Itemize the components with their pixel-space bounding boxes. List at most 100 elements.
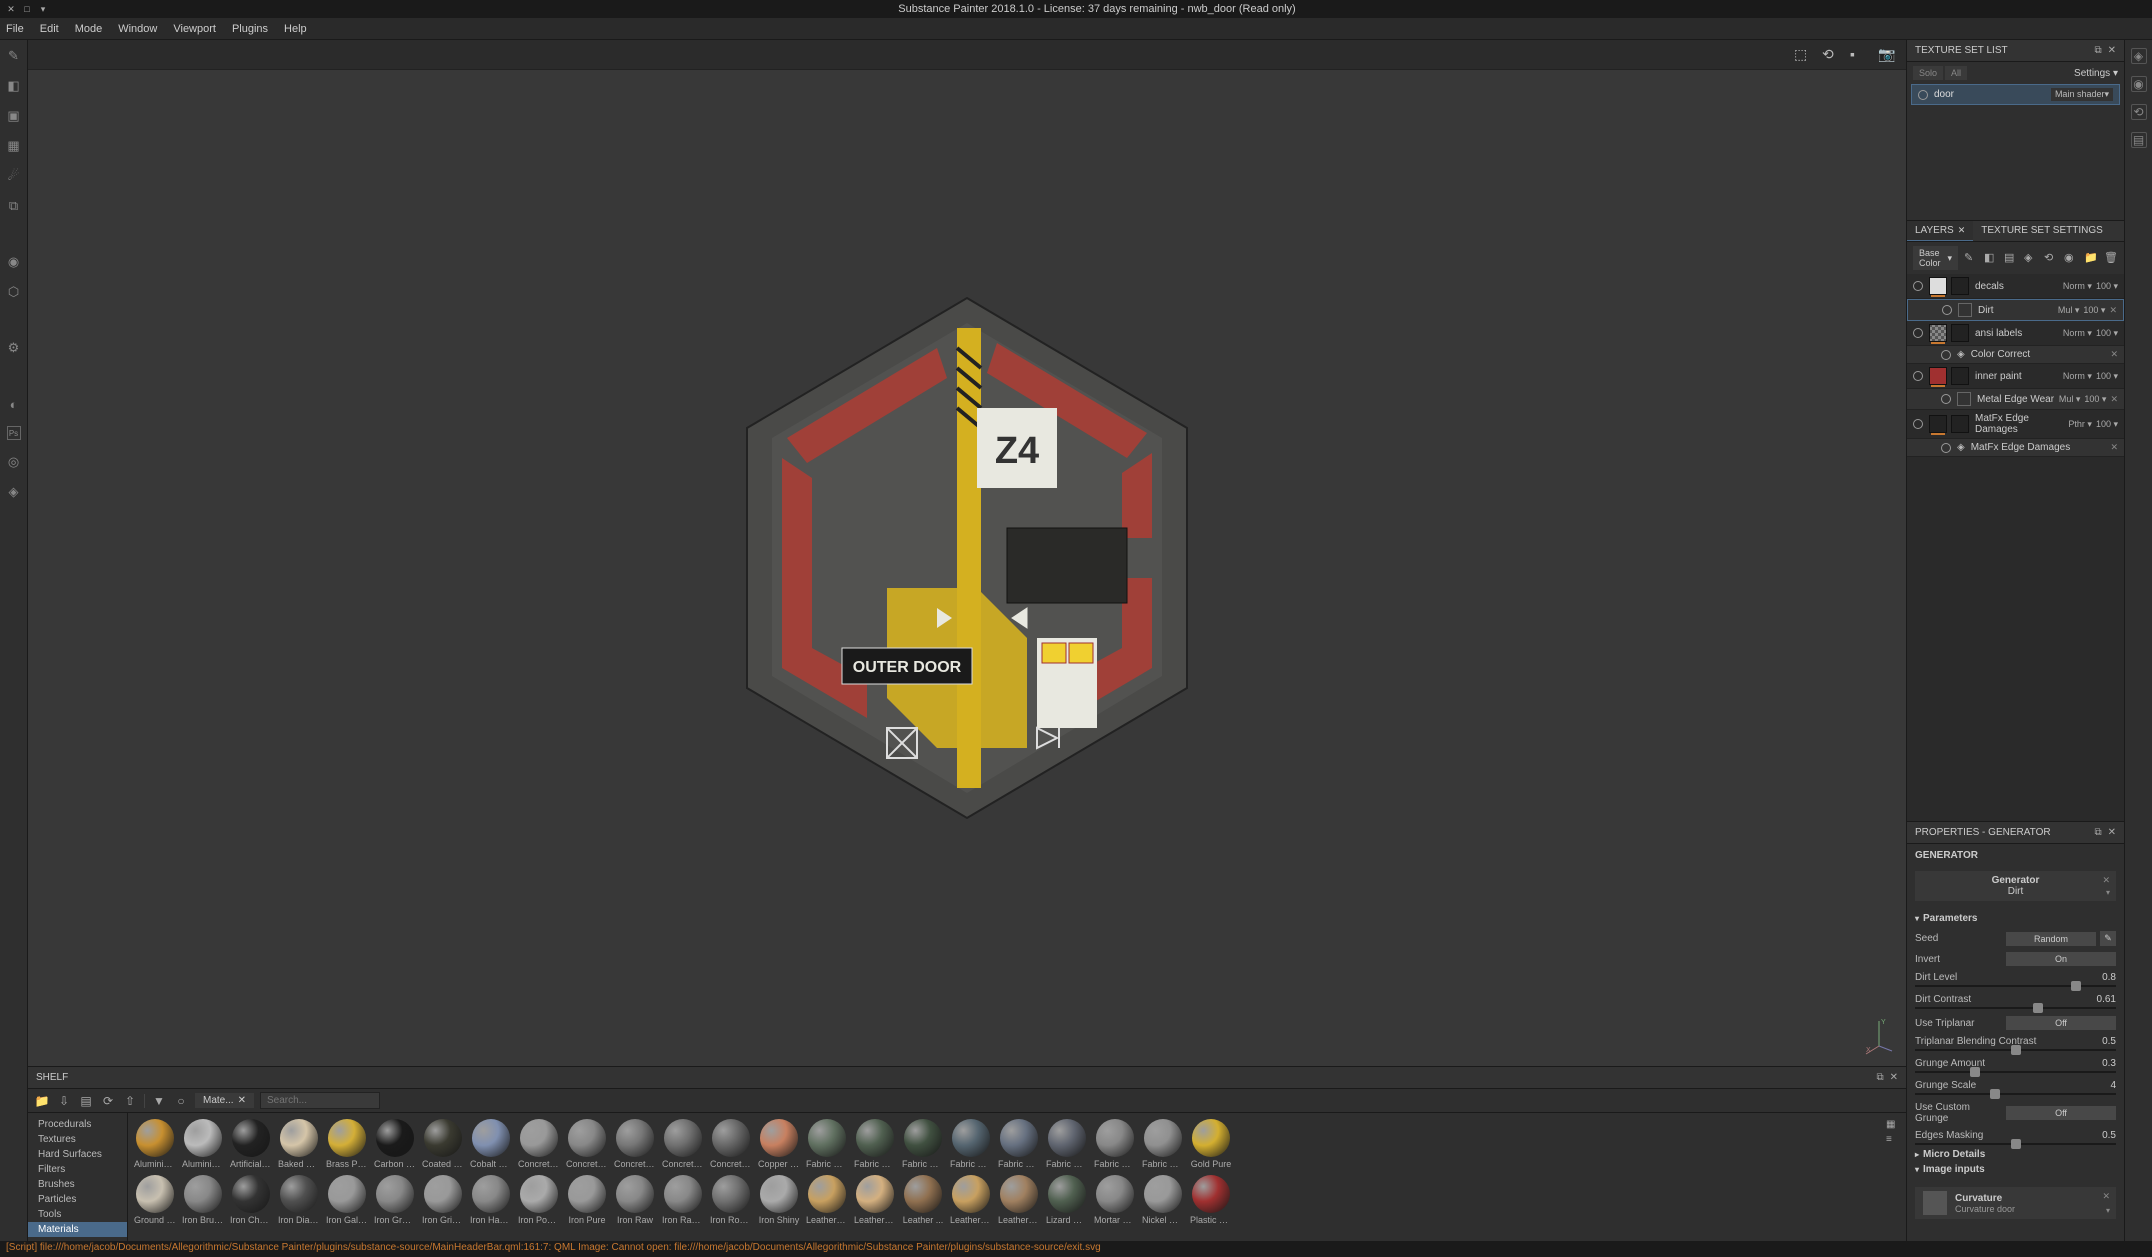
blend-mode[interactable]: Mul ▾: [2059, 394, 2081, 405]
blend-mode[interactable]: Pthr ▾: [2068, 419, 2092, 430]
material-item[interactable]: Aluminiu...: [134, 1119, 176, 1169]
material-item[interactable]: Fabric Sof...: [1094, 1119, 1136, 1169]
clear-generator-icon[interactable]: ✕: [2102, 875, 2110, 886]
layer-row[interactable]: decalsNorm ▾100 ▾: [1907, 274, 2124, 299]
visibility-icon[interactable]: [1941, 443, 1951, 453]
material-item[interactable]: Iron Galv...: [326, 1175, 368, 1225]
material-item[interactable]: Leather S...: [998, 1175, 1040, 1225]
dirt-contrast-slider[interactable]: [1915, 1007, 2116, 1009]
layer-opacity[interactable]: 100 ▾: [2096, 371, 2118, 382]
material-item[interactable]: Concrete ...: [566, 1119, 608, 1169]
material-item[interactable]: Iron Grainy: [374, 1175, 416, 1225]
camera-rotate-icon[interactable]: ⟲: [1822, 46, 1840, 64]
import-icon[interactable]: ⇩: [56, 1093, 72, 1109]
layer-opacity[interactable]: 100 ▾: [2083, 305, 2105, 316]
layer-effect-row[interactable]: DirtMul ▾100 ▾✕: [1907, 299, 2124, 321]
layer-row[interactable]: MatFx Edge DamagesPthr ▾100 ▾: [1907, 410, 2124, 439]
menu-window[interactable]: Window: [118, 23, 157, 35]
material-item[interactable]: Iron Ham...: [470, 1175, 512, 1225]
clear-filter-icon[interactable]: ○: [173, 1093, 189, 1109]
dirt-level-slider[interactable]: [1915, 985, 2116, 987]
material-item[interactable]: Lizard Sc...: [1046, 1175, 1088, 1225]
parameters-header[interactable]: ▾Parameters: [1915, 913, 2116, 924]
material-item[interactable]: Iron Diam...: [278, 1175, 320, 1225]
quick-mask-icon[interactable]: ◐: [6, 396, 22, 412]
layer-opacity[interactable]: 100 ▾: [2096, 281, 2118, 292]
chevron-down-icon[interactable]: ▾: [2106, 888, 2110, 897]
layers-icon[interactable]: ▤: [78, 1093, 94, 1109]
close-icon[interactable]: ✕: [6, 4, 16, 14]
visibility-icon[interactable]: [1913, 419, 1923, 429]
micro-details-header[interactable]: ▸Micro Details: [1915, 1149, 2116, 1160]
material-item[interactable]: Gold Pure: [1190, 1119, 1232, 1169]
projection-tool-icon[interactable]: ▣: [6, 108, 22, 124]
shelf-tab-materials[interactable]: Mate... ✕: [195, 1093, 254, 1108]
material-item[interactable]: Iron Raw: [614, 1175, 656, 1225]
layer-opacity[interactable]: 100 ▾: [2096, 328, 2118, 339]
export-icon[interactable]: ⇧: [122, 1093, 138, 1109]
visibility-icon[interactable]: [1941, 350, 1951, 360]
material-item[interactable]: Nickel Pure: [1142, 1175, 1184, 1225]
material-item[interactable]: Leather B...: [854, 1175, 896, 1225]
perspective-icon[interactable]: ⬚: [1794, 46, 1812, 64]
bake-icon[interactable]: ⚙: [6, 340, 22, 356]
category-hard-surfaces[interactable]: Hard Surfaces: [28, 1147, 127, 1162]
menu-file[interactable]: File: [6, 23, 24, 35]
category-tools[interactable]: Tools: [28, 1207, 127, 1222]
material-item[interactable]: Iron Chai...: [230, 1175, 272, 1225]
material-item[interactable]: Concrete ...: [614, 1119, 656, 1169]
material-item[interactable]: Iron Rough: [710, 1175, 752, 1225]
channel-dropdown[interactable]: Base Color▾: [1913, 246, 1958, 270]
grunge-amount-value[interactable]: 0.3: [2066, 1058, 2116, 1069]
triplanar-blend-value[interactable]: 0.5: [2066, 1036, 2116, 1047]
category-brushes[interactable]: Brushes: [28, 1177, 127, 1192]
material-item[interactable]: Fabric Kni...: [950, 1119, 992, 1169]
log-icon[interactable]: ▤: [2131, 132, 2147, 148]
invert-toggle[interactable]: On: [2006, 952, 2116, 966]
substance-icon[interactable]: ◈: [6, 484, 22, 500]
refresh-icon[interactable]: ⟳: [100, 1093, 116, 1109]
all-button[interactable]: All: [1945, 66, 1967, 80]
folder-icon[interactable]: 📁: [2084, 251, 2098, 265]
material-item[interactable]: Iron Powd...: [518, 1175, 560, 1225]
edges-masking-value[interactable]: 0.5: [2066, 1130, 2116, 1141]
material-item[interactable]: Copper P...: [758, 1119, 800, 1169]
visibility-icon[interactable]: [1942, 305, 1952, 315]
remove-effect-icon[interactable]: ✕: [2110, 349, 2118, 360]
brush-tool-icon[interactable]: ✎: [6, 48, 22, 64]
maximize-icon[interactable]: □: [22, 4, 32, 14]
remove-effect-icon[interactable]: ✕: [2110, 394, 2118, 405]
random-button[interactable]: Random: [2006, 932, 2096, 946]
material-item[interactable]: Leather ...: [902, 1175, 944, 1225]
layer-row[interactable]: ansi labelsNorm ▾100 ▾: [1907, 321, 2124, 346]
material-item[interactable]: Concrete ...: [710, 1119, 752, 1169]
category-particles[interactable]: Particles: [28, 1192, 127, 1207]
list-view-icon[interactable]: ≡: [1886, 1134, 1898, 1146]
edit-seed-icon[interactable]: ✎: [2100, 931, 2116, 946]
delete-icon[interactable]: 🗑: [2104, 251, 2118, 265]
eraser-tool-icon[interactable]: ◧: [6, 78, 22, 94]
grunge-scale-value[interactable]: 4: [2066, 1080, 2116, 1091]
layer-effect-row[interactable]: ◈MatFx Edge Damages✕: [1907, 439, 2124, 457]
material-item[interactable]: Mortar Wall: [1094, 1175, 1136, 1225]
material-item[interactable]: Brass Pure: [326, 1119, 368, 1169]
filter-icon[interactable]: ▼: [151, 1093, 167, 1109]
smudge-tool-icon[interactable]: ☄: [6, 168, 22, 184]
fill-tool-icon[interactable]: ▦: [6, 138, 22, 154]
grid-view-icon[interactable]: ▦: [1886, 1119, 1898, 1131]
visibility-icon[interactable]: [1913, 328, 1923, 338]
material-item[interactable]: Plastic Ca...: [1190, 1175, 1232, 1225]
material-item[interactable]: Fabric Ba...: [854, 1119, 896, 1169]
material-item[interactable]: Coated M...: [422, 1119, 464, 1169]
visibility-icon[interactable]: [1918, 90, 1928, 100]
undock-icon[interactable]: ⧉: [1876, 1072, 1883, 1083]
shader-dropdown[interactable]: Main shader▾: [2051, 88, 2113, 101]
remove-effect-icon[interactable]: ✕: [2109, 305, 2117, 316]
visibility-icon[interactable]: [1913, 371, 1923, 381]
blend-mode[interactable]: Norm ▾: [2063, 281, 2092, 292]
material-picker-icon[interactable]: ◉: [6, 254, 22, 270]
add-fill-icon[interactable]: ▤: [2004, 251, 2018, 265]
texture-set-item[interactable]: door Main shader▾: [1911, 84, 2120, 105]
undock-icon[interactable]: ⧉: [2094, 45, 2101, 56]
history-icon[interactable]: ⟲: [2131, 104, 2147, 120]
